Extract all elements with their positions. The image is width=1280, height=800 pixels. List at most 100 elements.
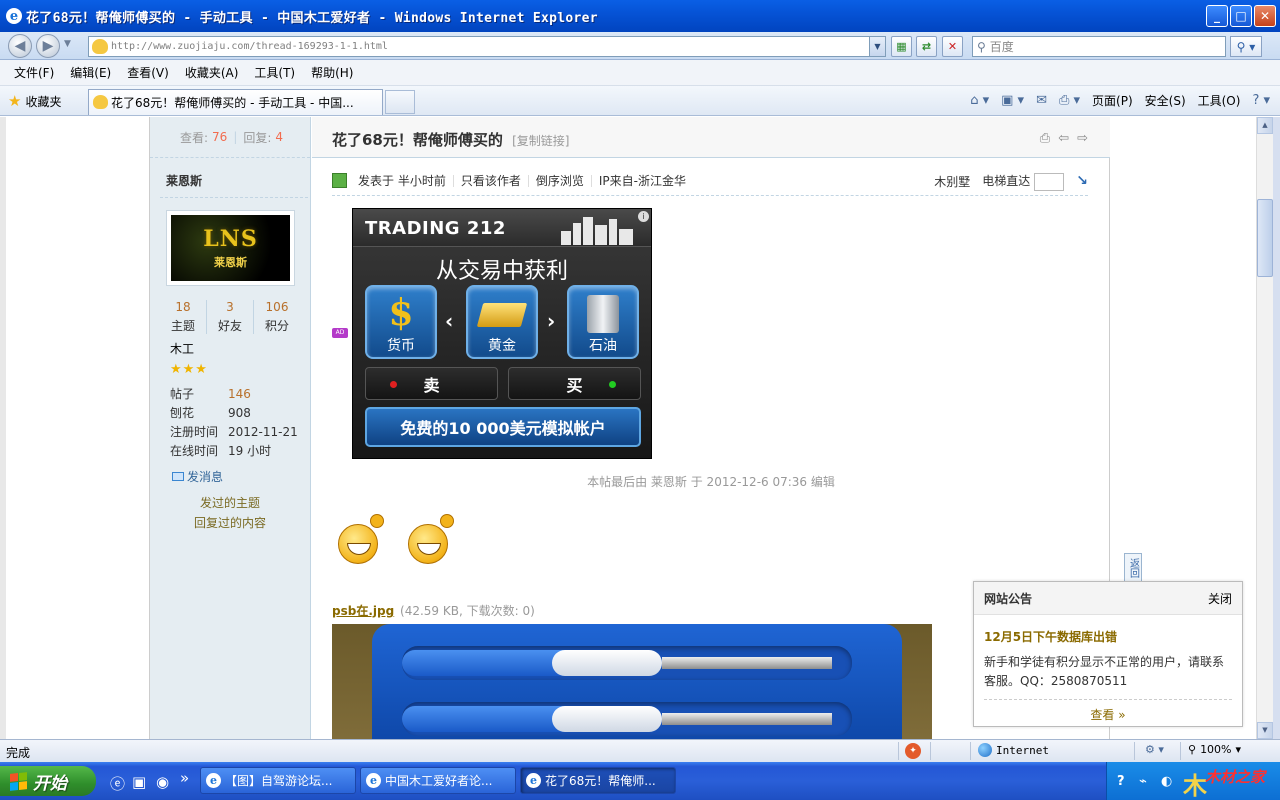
floor-jump-input[interactable]	[1034, 172, 1065, 191]
count-label: 好友	[217, 319, 242, 333]
search-go-button[interactable]: ⚲ ▾	[1230, 36, 1262, 57]
back-to-top-button[interactable]: 返回	[1124, 553, 1142, 583]
home-icon[interactable]: ⌂ ▾	[970, 93, 989, 108]
sell-button[interactable]: 卖	[365, 367, 498, 400]
chisel-set-photo[interactable]	[332, 624, 932, 739]
info-key: 帖子	[170, 387, 195, 401]
menu-file[interactable]: 文件(F)	[6, 64, 62, 81]
url-input[interactable]: http://www.zuojiaju.com/thread-169293-1-…	[88, 36, 886, 57]
search-input[interactable]: ⚲ 百度	[972, 36, 1226, 57]
send-message-link[interactable]: 发消息	[172, 468, 223, 485]
copy-link-button[interactable]: [复制链接]	[512, 134, 569, 148]
menu-favorites[interactable]: 收藏夹(A)	[177, 64, 247, 81]
user-threads-link[interactable]: 发过的主题	[150, 494, 310, 511]
ad-info-icon[interactable]: i	[638, 211, 649, 222]
demo-account-button[interactable]: 免费的10 000美元模拟帐户	[365, 407, 641, 447]
popup-blocker-icon[interactable]: ✦	[905, 743, 921, 759]
address-bar: ◀ ▶ ▼ http://www.zuojiaju.com/thread-169…	[0, 32, 1280, 60]
quicklaunch-more-icon[interactable]: »	[180, 769, 189, 787]
scroll-thumb[interactable]	[1257, 199, 1273, 277]
taskbar-item-active[interactable]: e 花了68元！帮俺师...	[520, 767, 676, 794]
security-zone[interactable]: Internet	[978, 743, 1049, 757]
favorites-button[interactable]: ★ 收藏夹	[8, 92, 61, 110]
forward-button[interactable]: ▶	[36, 34, 60, 58]
page-menu[interactable]: 页面(P)	[1092, 92, 1133, 109]
count-label: 主题	[170, 319, 195, 333]
notice-header: 网站公告 关闭	[974, 582, 1242, 615]
refresh-icon[interactable]: ⇄	[916, 36, 937, 57]
taskbar-item[interactable]: e 【图】自驾游论坛...	[200, 767, 356, 794]
menu-tools[interactable]: 工具(T)	[246, 64, 303, 81]
count-points[interactable]: 106 积分	[254, 300, 300, 334]
zoom-control[interactable]: ⚲ 100% ▾	[1188, 743, 1241, 756]
new-tab-button[interactable]	[385, 90, 415, 114]
back-button[interactable]: ◀	[8, 34, 32, 58]
maximize-button[interactable]: □	[1230, 5, 1252, 27]
system-tray: ? ⌁ ◐ 木 木材之家	[1106, 762, 1280, 800]
attachment-link[interactable]: psb在.jpg	[332, 604, 394, 618]
start-button[interactable]: 开始	[0, 766, 96, 796]
notice-close-button[interactable]: 关闭	[1208, 590, 1232, 607]
post-title: 花了68元！帮俺师傅买的 [复制链接]	[332, 129, 570, 150]
chevron-left-icon[interactable]: ‹	[445, 309, 453, 333]
quicklaunch-ie-icon[interactable]: ⓔ	[110, 773, 125, 794]
feeds-icon[interactable]: ▣ ▾	[1001, 93, 1024, 108]
taskbar-item[interactable]: e 中国木工爱好者论...	[360, 767, 516, 794]
volume-tray-icon[interactable]: ◐	[1161, 774, 1172, 789]
chevron-right-icon[interactable]: ›	[547, 309, 555, 333]
help-tray-icon[interactable]: ?	[1117, 774, 1125, 789]
buy-button[interactable]: 买	[508, 367, 641, 400]
safety-menu[interactable]: 安全(S)	[1145, 92, 1186, 109]
only-author-link[interactable]: 只看该作者	[454, 174, 529, 187]
next-thread-icon[interactable]: ⇨	[1077, 131, 1088, 146]
protected-mode-icon[interactable]: ⚙ ▾	[1145, 743, 1164, 756]
stop-icon[interactable]: ✕	[942, 36, 963, 57]
minimize-button[interactable]: _	[1206, 5, 1228, 27]
stats-separator: |	[233, 130, 238, 144]
quicklaunch-desktop-icon[interactable]: ▣	[132, 773, 146, 791]
tools-menu[interactable]: 工具(O)	[1198, 92, 1241, 109]
menu-edit[interactable]: 编辑(E)	[62, 64, 119, 81]
user-replies-link[interactable]: 回复过的内容	[150, 514, 310, 531]
scroll-down-icon[interactable]: ▼	[1257, 722, 1273, 739]
floor-go-icon[interactable]: ↘	[1076, 173, 1088, 189]
menu-help[interactable]: 帮助(H)	[303, 64, 361, 81]
avatar-caption: 莱恩斯	[214, 256, 247, 269]
history-dropdown-icon[interactable]: ▼	[64, 39, 71, 49]
info-row: 在线时间 19 小时	[170, 442, 298, 461]
tab-current[interactable]: 花了68元！帮俺师傅买的 - 手动工具 - 中国...	[88, 89, 383, 115]
taskbar-item-label: 中国木工爱好者论...	[385, 774, 493, 788]
url-dropdown-icon[interactable]: ▼	[869, 37, 885, 56]
views-label: 查看:	[180, 130, 209, 145]
trading-ad[interactable]: TRADING 212 i 从交易中获利 $ 货币 ‹ 黄金 › 石油 卖 买 …	[352, 208, 652, 459]
vertical-scrollbar[interactable]: ▲ ▼	[1256, 117, 1273, 739]
gold-tile[interactable]: 黄金	[466, 285, 538, 359]
network-tray-icon[interactable]: ⌁	[1139, 774, 1147, 789]
author-name[interactable]: 莱恩斯	[166, 172, 202, 189]
avatar-logo-text: LNS	[203, 226, 258, 252]
info-value[interactable]: 146	[228, 385, 251, 404]
avatar-image: LNS 莱恩斯	[171, 215, 290, 281]
print-icon[interactable]: ⎙ ▾	[1059, 93, 1080, 108]
avatar[interactable]: LNS 莱恩斯	[166, 210, 295, 286]
compatibility-view-icon[interactable]: ▦	[891, 36, 912, 57]
elevator-label: 电梯直达	[982, 172, 1065, 191]
notice-more-link[interactable]: 查看 »	[974, 706, 1242, 723]
site-watermark-logo: 木 木材之家	[1183, 764, 1279, 800]
prev-thread-icon[interactable]: ⇦	[1058, 131, 1069, 146]
currency-tile[interactable]: $ 货币	[365, 285, 437, 359]
close-button[interactable]: ✕	[1254, 5, 1276, 27]
reverse-order-link[interactable]: 倒序浏览	[529, 174, 592, 187]
buy-label: 买	[566, 375, 583, 395]
quicklaunch-app-icon[interactable]: ◉	[156, 773, 169, 791]
oil-tile[interactable]: 石油	[567, 285, 639, 359]
count-friends[interactable]: 3 好友	[207, 300, 254, 334]
mail-icon[interactable]: ✉	[1036, 93, 1047, 108]
help-icon[interactable]: ? ▾	[1252, 93, 1270, 108]
menu-view[interactable]: 查看(V)	[119, 64, 177, 81]
count-threads[interactable]: 18 主题	[160, 300, 207, 334]
ie-icon: e	[366, 773, 381, 788]
scroll-up-icon[interactable]: ▲	[1257, 117, 1273, 134]
print-icon[interactable]: ⎙	[1040, 131, 1050, 146]
notice-title[interactable]: 12月5日下午数据库出错	[984, 628, 1232, 645]
